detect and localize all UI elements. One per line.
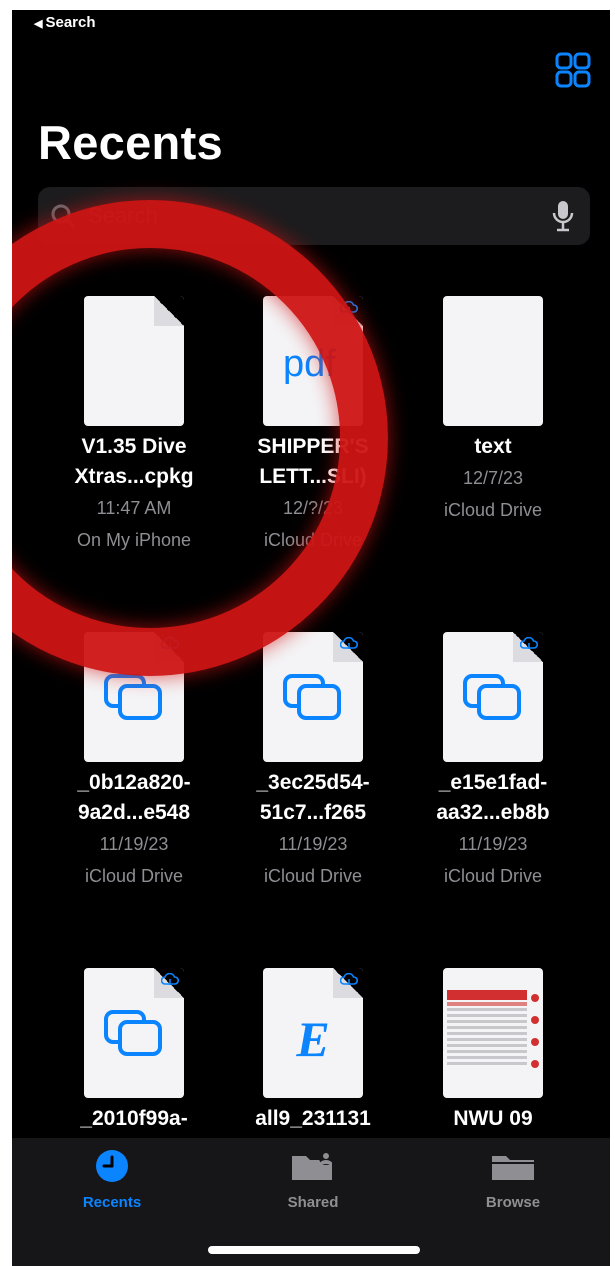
file-name: _3ec25d54- 51c7...f265 [256,771,370,824]
blank-document-icon [443,296,543,426]
grid-view-icon[interactable] [555,52,591,88]
file-item[interactable]: E all9_231131 [223,968,403,1134]
clock-icon [96,1150,128,1182]
window-stack-icon [443,632,543,762]
folder-icon [492,1156,534,1180]
tab-shared[interactable]: Shared [253,1148,373,1211]
window-stack-icon [84,968,184,1098]
back-button[interactable]: ◀ Search [34,14,96,31]
file-name: text [474,435,512,458]
file-location: iCloud Drive [443,866,543,886]
window-stack-icon [263,632,363,762]
spreadsheet-preview-icon [443,968,543,1098]
back-label: Search [45,14,96,31]
file-item[interactable]: NWU 09 [403,968,583,1134]
file-name: _2010f99a- [80,1107,188,1130]
tab-recents[interactable]: Recents [52,1148,172,1211]
file-location: iCloud Drive [84,866,184,886]
file-item[interactable]: _e15e1fad- aa32...eb8b 11/19/23 iCloud D… [403,632,583,892]
home-indicator [208,1246,420,1254]
file-item[interactable]: _2010f99a- [44,968,224,1134]
phone-screen: ◀ Search Recents Search V1.35 Dive Xtras.… [12,10,610,1266]
file-location: iCloud Drive [263,866,363,886]
file-name: _0b12a820- 9a2d...e548 [77,771,191,824]
file-name: _e15e1fad- aa32...eb8b [436,771,550,824]
file-item[interactable]: _3ec25d54- 51c7...f265 11/19/23 iCloud D… [223,632,403,892]
file-date: 11/19/23 [99,834,169,854]
tab-label: Recents [82,1194,142,1211]
shared-folder-icon [292,1151,333,1180]
tab-label: Shared [287,1194,339,1211]
e-letter-icon: E [263,968,363,1098]
file-item[interactable]: text 12/7/23 iCloud Drive [403,296,583,526]
svg-text:E: E [295,1011,329,1067]
file-date: 12/7/23 [462,468,524,488]
file-name: all9_231131 [255,1107,371,1130]
red-annotation-circle [12,200,388,676]
page-title: Recents [38,116,223,169]
file-date: 11/19/23 [458,834,528,854]
file-date: 11/19/23 [278,834,348,854]
tab-label: Browse [485,1194,541,1211]
back-arrow-icon: ◀ [34,18,43,30]
tab-browse[interactable]: Browse [453,1148,573,1211]
microphone-icon[interactable] [552,199,574,238]
file-location: iCloud Drive [443,500,543,520]
file-name: NWU 09 [453,1107,533,1130]
